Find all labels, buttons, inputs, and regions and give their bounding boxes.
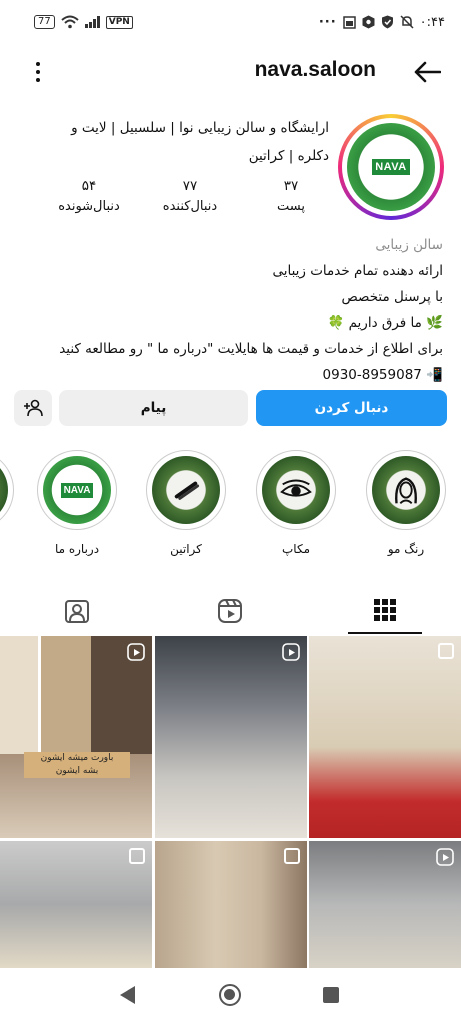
- nava-logo: NAVA: [43, 456, 111, 524]
- post-thumbnail[interactable]: [309, 841, 461, 968]
- message-button[interactable]: پیام: [59, 390, 248, 426]
- highlight-makeup[interactable]: مکاپ: [254, 450, 338, 556]
- stat-following-count: ۵۴: [81, 178, 97, 194]
- grid-icon: [374, 599, 396, 621]
- reel-badge-icon: [436, 848, 454, 866]
- wifi-icon: [61, 15, 79, 29]
- highlight-about[interactable]: NAVA درباره ما: [35, 450, 119, 556]
- tab-reels[interactable]: [193, 588, 267, 634]
- overlay-line: باورت میشه ایشون: [40, 753, 114, 763]
- profile-username: nava.saloon: [254, 58, 376, 81]
- multi-image-icon: [438, 643, 454, 659]
- more-options-icon[interactable]: [28, 60, 48, 84]
- multi-image-icon: [284, 848, 300, 864]
- suggested-users-button[interactable]: [14, 390, 52, 426]
- status-bar: 77 VPN ··· ۰:۴۴: [0, 0, 461, 44]
- bio-phone[interactable]: 📲 0930-8959087: [13, 362, 443, 388]
- more-notifications-icon: ···: [318, 14, 337, 30]
- nava-logo: NAVA: [347, 123, 435, 211]
- calendar-icon: [342, 15, 356, 29]
- nav-back-icon[interactable]: [120, 986, 135, 1004]
- battery-icon: 77: [34, 15, 55, 29]
- post-thumbnail[interactable]: باورت میشه ایشون بشه ایشون: [0, 636, 152, 838]
- stat-followers[interactable]: ۷۷ دنبال‌کننده: [145, 176, 235, 218]
- clock: ۰:۴۴: [419, 14, 445, 30]
- profile-avatar[interactable]: NAVA: [338, 114, 444, 220]
- post-thumbnail[interactable]: [0, 841, 152, 968]
- hexagon-app-icon: [362, 15, 375, 29]
- stat-posts[interactable]: ۳۷ پست: [246, 176, 336, 218]
- posts-grid: باورت میشه ایشون بشه ایشون: [0, 636, 461, 968]
- reels-icon: [218, 599, 242, 623]
- overlay-line: بشه ایشون: [55, 766, 99, 776]
- bio-line: با پرسنل متخصص: [341, 289, 443, 305]
- flat-iron-icon: [152, 456, 220, 524]
- follow-button[interactable]: دنبال کردن: [256, 390, 447, 426]
- bio-line: 🌿 ما فرق داریم 🍀: [327, 315, 443, 331]
- stat-posts-count: ۳۷: [283, 178, 299, 194]
- add-person-icon: [24, 399, 43, 417]
- vpn-badge: VPN: [105, 15, 133, 29]
- tagged-person-icon: [65, 600, 89, 623]
- logo-text: NAVA: [371, 158, 411, 176]
- system-nav-bar: [0, 968, 461, 1024]
- profile-category: سالن زیبایی: [375, 237, 443, 253]
- stat-following[interactable]: ۵۴ دنبال‌شونده: [44, 176, 134, 218]
- multi-image-icon: [129, 848, 145, 864]
- highlight-label: کراتین: [170, 542, 202, 556]
- hair-color-icon: [372, 456, 440, 524]
- profile-full-name: ارایشگاه و سالن زیبایی نوا | سلسبیل | لا…: [71, 120, 329, 164]
- bio-line: برای اطلاع از خدمات و قیمت ها هایلایت "د…: [59, 341, 443, 357]
- bio-line: ارائه دهنده تمام خدمات زیبایی: [272, 263, 443, 279]
- stat-followers-label: دنبال‌کننده: [162, 199, 218, 214]
- highlight-partial[interactable]: [0, 450, 16, 530]
- logo-text: NAVA: [59, 481, 95, 499]
- profile-header: nava.saloon: [0, 52, 461, 92]
- eye-makeup-icon: [262, 456, 330, 524]
- highlight-label: مکاپ: [281, 542, 310, 556]
- highlight-hair-color[interactable]: رنگ مو: [364, 450, 448, 556]
- mute-bell-icon: [400, 15, 414, 29]
- highlight-keratin[interactable]: کراتین: [144, 450, 228, 556]
- nav-home-icon[interactable]: [219, 984, 241, 1006]
- status-right: ··· ۰:۴۴: [319, 15, 445, 30]
- post-thumbnail[interactable]: [155, 636, 307, 838]
- nav-recents-icon[interactable]: [323, 987, 339, 1003]
- signal-icon: [84, 16, 100, 28]
- reel-badge-icon: [127, 643, 145, 661]
- post-overlay-text: باورت میشه ایشون بشه ایشون: [24, 752, 130, 778]
- highlight-label: رنگ مو: [387, 542, 425, 556]
- stat-followers-count: ۷۷: [182, 178, 198, 194]
- post-thumbnail[interactable]: [155, 841, 307, 968]
- profile-stats: ۳۷ پست ۷۷ دنبال‌کننده ۵۴ دنبال‌شونده: [44, 176, 336, 218]
- back-arrow-icon[interactable]: [413, 60, 441, 84]
- profile-bio: سالن زیبایی ارائه دهنده تمام خدمات زیبای…: [13, 232, 443, 388]
- tab-tagged[interactable]: [40, 588, 114, 634]
- shield-check-icon: [381, 15, 393, 29]
- post-thumbnail[interactable]: [309, 636, 461, 838]
- status-left: 77 VPN: [34, 15, 133, 29]
- highlight-label: درباره ما: [54, 542, 100, 556]
- stat-following-label: دنبال‌شونده: [58, 199, 120, 214]
- stat-posts-label: پست: [277, 199, 305, 214]
- reel-badge-icon: [282, 643, 300, 661]
- profile-tabs: [0, 588, 461, 634]
- tab-posts-grid[interactable]: [348, 588, 422, 634]
